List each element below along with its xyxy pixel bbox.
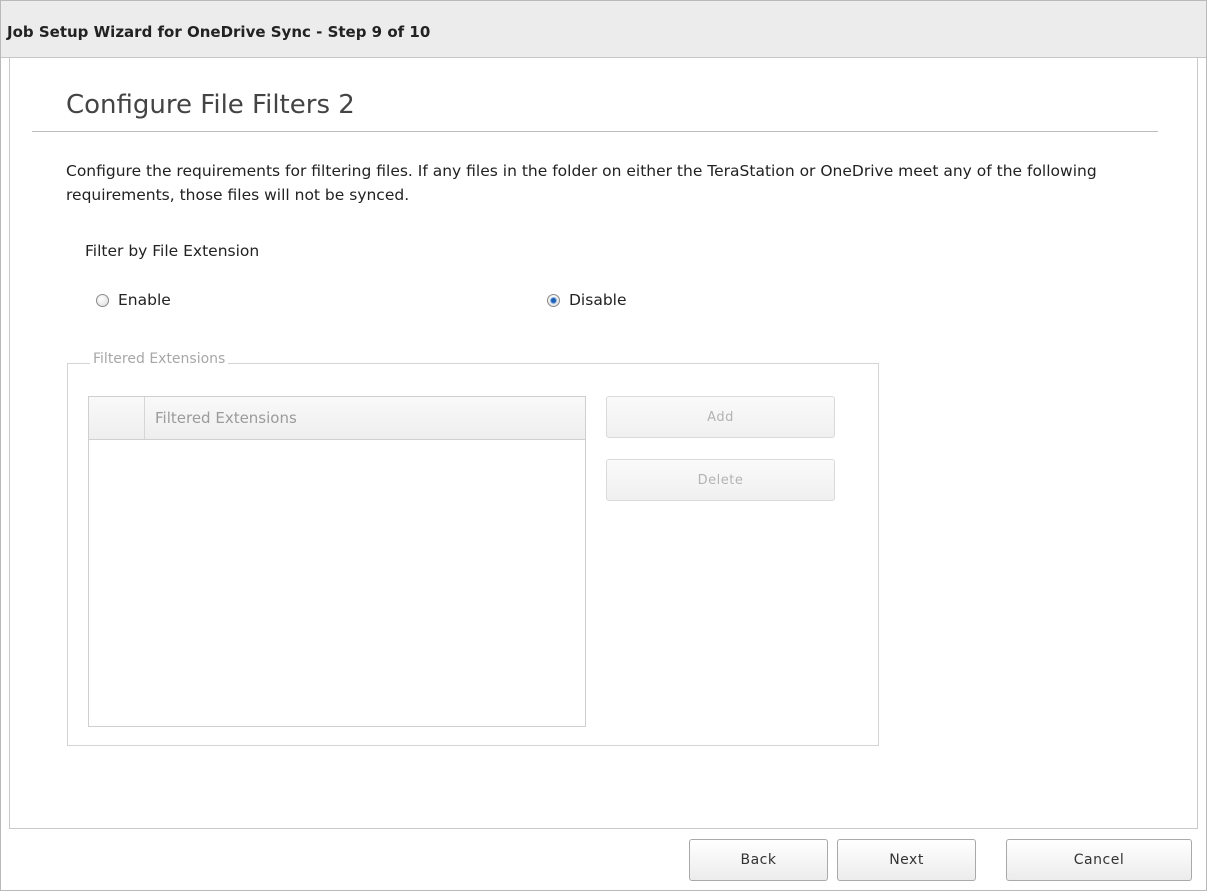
enable-radio-label: Enable: [118, 291, 171, 309]
filtered-extensions-legend: Filtered Extensions: [90, 351, 229, 367]
enable-radio-option[interactable]: Enable: [96, 289, 171, 311]
select-all-column[interactable]: [89, 397, 145, 439]
disable-radio-button[interactable]: [547, 293, 560, 307]
cancel-button[interactable]: Cancel: [1006, 839, 1192, 881]
enable-radio-button[interactable]: [96, 293, 109, 307]
title-divider: [32, 131, 1158, 132]
back-button[interactable]: Back: [689, 839, 828, 881]
window-title: Job Setup Wizard for OneDrive Sync - Ste…: [7, 23, 431, 41]
disable-radio-option[interactable]: Disable: [547, 289, 627, 311]
disable-radio-label: Disable: [569, 291, 627, 309]
filtered-extensions-column-header: Filtered Extensions: [155, 409, 297, 427]
wizard-dialog: Job Setup Wizard for OneDrive Sync - Ste…: [0, 0, 1207, 891]
table-header: Filtered Extensions: [89, 397, 585, 440]
title-bar: Job Setup Wizard for OneDrive Sync - Ste…: [1, 1, 1206, 58]
filter-by-extension-label: Filter by File Extension: [85, 242, 260, 260]
page-title: Configure File Filters 2: [66, 90, 355, 120]
next-button[interactable]: Next: [837, 839, 976, 881]
filtered-extensions-table[interactable]: Filtered Extensions: [88, 396, 586, 727]
delete-extension-button[interactable]: Delete: [606, 459, 835, 501]
add-extension-button[interactable]: Add: [606, 396, 835, 438]
page-description: Configure the requirements for filtering…: [66, 162, 1097, 204]
wizard-content: Configure File Filters 2 Configure the r…: [9, 58, 1198, 829]
